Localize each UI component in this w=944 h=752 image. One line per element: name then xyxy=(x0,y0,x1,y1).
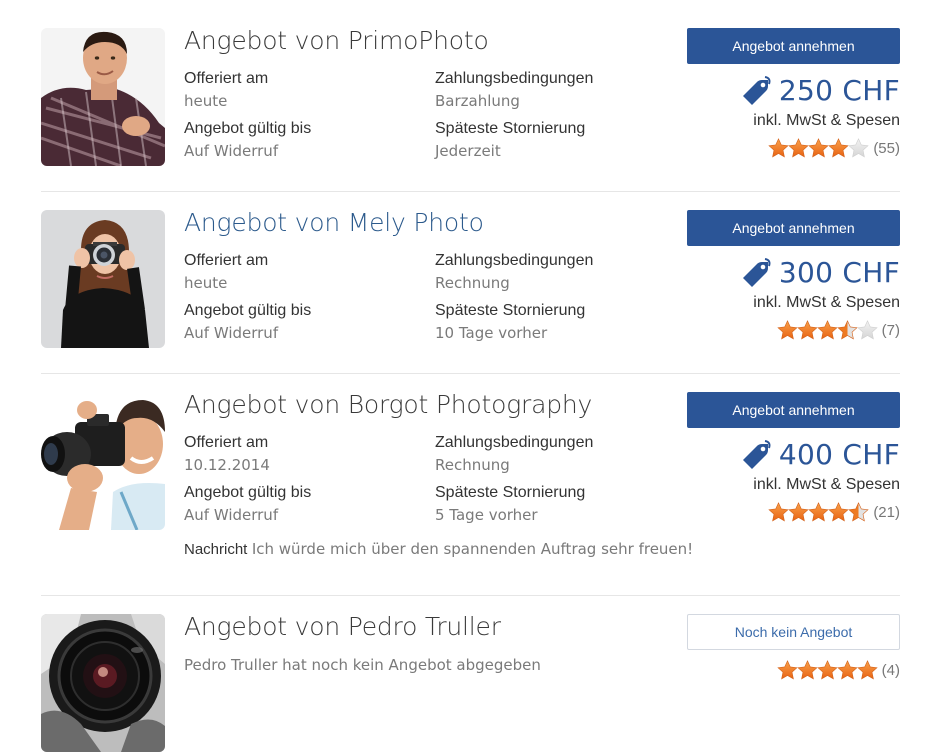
review-count[interactable]: (55) xyxy=(873,140,900,157)
accept-offer-button[interactable]: Angebot annehmen xyxy=(687,392,900,428)
rating: (7) xyxy=(776,320,900,340)
review-count[interactable]: (21) xyxy=(873,504,900,521)
vendor-avatar xyxy=(41,392,165,530)
star-full-icon xyxy=(796,660,818,680)
no-offer-button[interactable]: Noch kein Angebot xyxy=(687,614,900,650)
star-full-icon xyxy=(808,502,829,522)
payment-terms-value: Barzahlung xyxy=(435,92,520,110)
vendor-avatar xyxy=(41,28,165,166)
payment-terms-label: Zahlungsbedingungen xyxy=(435,70,594,87)
price-tag-icon xyxy=(742,76,771,105)
valid-until-label: Angebot gültig bis xyxy=(184,302,312,319)
vendor-avatar[interactable] xyxy=(41,210,165,348)
star-empty-icon xyxy=(848,138,869,158)
offered-on-value: 10.12.2014 xyxy=(184,456,270,474)
payment-terms-label: Zahlungsbedingungen xyxy=(435,434,594,451)
price-note: inkl. MwSt & Spesen xyxy=(753,294,900,311)
price: 300 CHF xyxy=(741,254,900,290)
star-full-icon xyxy=(816,660,838,680)
star-full-icon xyxy=(768,138,789,158)
photographer-with-camera-photo-icon xyxy=(41,392,165,530)
price: 250 CHF xyxy=(741,72,900,108)
valid-until-value: Auf Widerruf xyxy=(184,324,279,342)
offer-card: Angebot von Mely Photo Offeriert am heut… xyxy=(41,208,900,350)
price-amount: 300 CHF xyxy=(778,255,900,289)
star-full-icon xyxy=(828,138,849,158)
rating: (4) xyxy=(776,660,900,680)
valid-until-value: Auf Widerruf xyxy=(184,506,279,524)
rating-stars xyxy=(776,320,878,340)
offered-on-label: Offeriert am xyxy=(184,434,269,451)
valid-until-label: Angebot gültig bis xyxy=(184,120,312,137)
offer-title: Angebot von Borgot Photography xyxy=(184,390,593,419)
latest-cancellation-value: 10 Tage vorher xyxy=(435,324,548,342)
star-full-icon xyxy=(836,660,858,680)
price-amount: 400 CHF xyxy=(778,437,900,471)
latest-cancellation-value: Jederzeit xyxy=(435,142,501,160)
offer-title-link[interactable]: Angebot von Mely Photo xyxy=(184,208,484,237)
star-full-icon xyxy=(828,502,849,522)
offered-on-label: Offeriert am xyxy=(184,70,269,87)
rating: (21) xyxy=(768,502,900,522)
price: 400 CHF xyxy=(741,436,900,472)
woman-with-camera-photo-icon xyxy=(41,210,165,348)
price-tag-icon xyxy=(742,440,771,469)
message-label: Nachricht xyxy=(184,541,248,558)
offered-on-value: heute xyxy=(184,274,228,292)
offer-title: Angebot von Pedro Truller xyxy=(184,612,501,641)
divider xyxy=(41,373,900,374)
divider xyxy=(41,191,900,192)
rating-stars xyxy=(768,138,869,158)
payment-terms-value: Rechnung xyxy=(435,274,510,292)
price-tag-icon xyxy=(742,258,771,287)
man-portrait-photo-icon xyxy=(41,28,165,166)
vendor-avatar xyxy=(41,614,165,752)
latest-cancellation-label: Späteste Stornierung xyxy=(435,302,586,319)
star-half-icon xyxy=(836,320,858,340)
price-amount: 250 CHF xyxy=(778,73,900,107)
star-full-icon xyxy=(788,138,809,158)
price-note: inkl. MwSt & Spesen xyxy=(753,476,900,493)
latest-cancellation-value: 5 Tage vorher xyxy=(435,506,538,524)
offer-card: Angebot von Borgot Photography Offeriert… xyxy=(41,390,900,572)
offer-card: Angebot von Pedro Truller Pedro Truller … xyxy=(41,612,900,752)
no-offer-note: Pedro Truller hat noch kein Angebot abge… xyxy=(184,656,541,674)
star-full-icon xyxy=(816,320,838,340)
star-full-icon xyxy=(776,660,798,680)
star-full-icon xyxy=(768,502,789,522)
offer-message: Nachricht Ich würde mich über den spanne… xyxy=(184,540,693,559)
accept-offer-button[interactable]: Angebot annehmen xyxy=(687,28,900,64)
camera-lens-photo-icon xyxy=(41,614,165,752)
review-count[interactable]: (7) xyxy=(882,322,900,339)
valid-until-label: Angebot gültig bis xyxy=(184,484,312,501)
accept-offer-button[interactable]: Angebot annehmen xyxy=(687,210,900,246)
offer-title: Angebot von PrimoPhoto xyxy=(184,26,489,55)
star-half-icon xyxy=(848,502,869,522)
divider xyxy=(41,595,900,596)
latest-cancellation-label: Späteste Stornierung xyxy=(435,484,586,501)
valid-until-value: Auf Widerruf xyxy=(184,142,279,160)
offer-card: Angebot von PrimoPhoto Offeriert am heut… xyxy=(41,26,900,168)
message-text: Ich würde mich über den spannenden Auftr… xyxy=(251,540,694,558)
star-full-icon xyxy=(856,660,878,680)
rating-stars xyxy=(776,660,878,680)
payment-terms-label: Zahlungsbedingungen xyxy=(435,252,594,269)
star-empty-icon xyxy=(856,320,878,340)
latest-cancellation-label: Späteste Stornierung xyxy=(435,120,586,137)
payment-terms-value: Rechnung xyxy=(435,456,510,474)
price-note: inkl. MwSt & Spesen xyxy=(753,112,900,129)
star-full-icon xyxy=(808,138,829,158)
star-full-icon xyxy=(796,320,818,340)
offered-on-value: heute xyxy=(184,92,228,110)
star-full-icon xyxy=(776,320,798,340)
star-full-icon xyxy=(788,502,809,522)
offered-on-label: Offeriert am xyxy=(184,252,269,269)
rating: (55) xyxy=(768,138,900,158)
rating-stars xyxy=(768,502,869,522)
review-count[interactable]: (4) xyxy=(882,662,900,679)
